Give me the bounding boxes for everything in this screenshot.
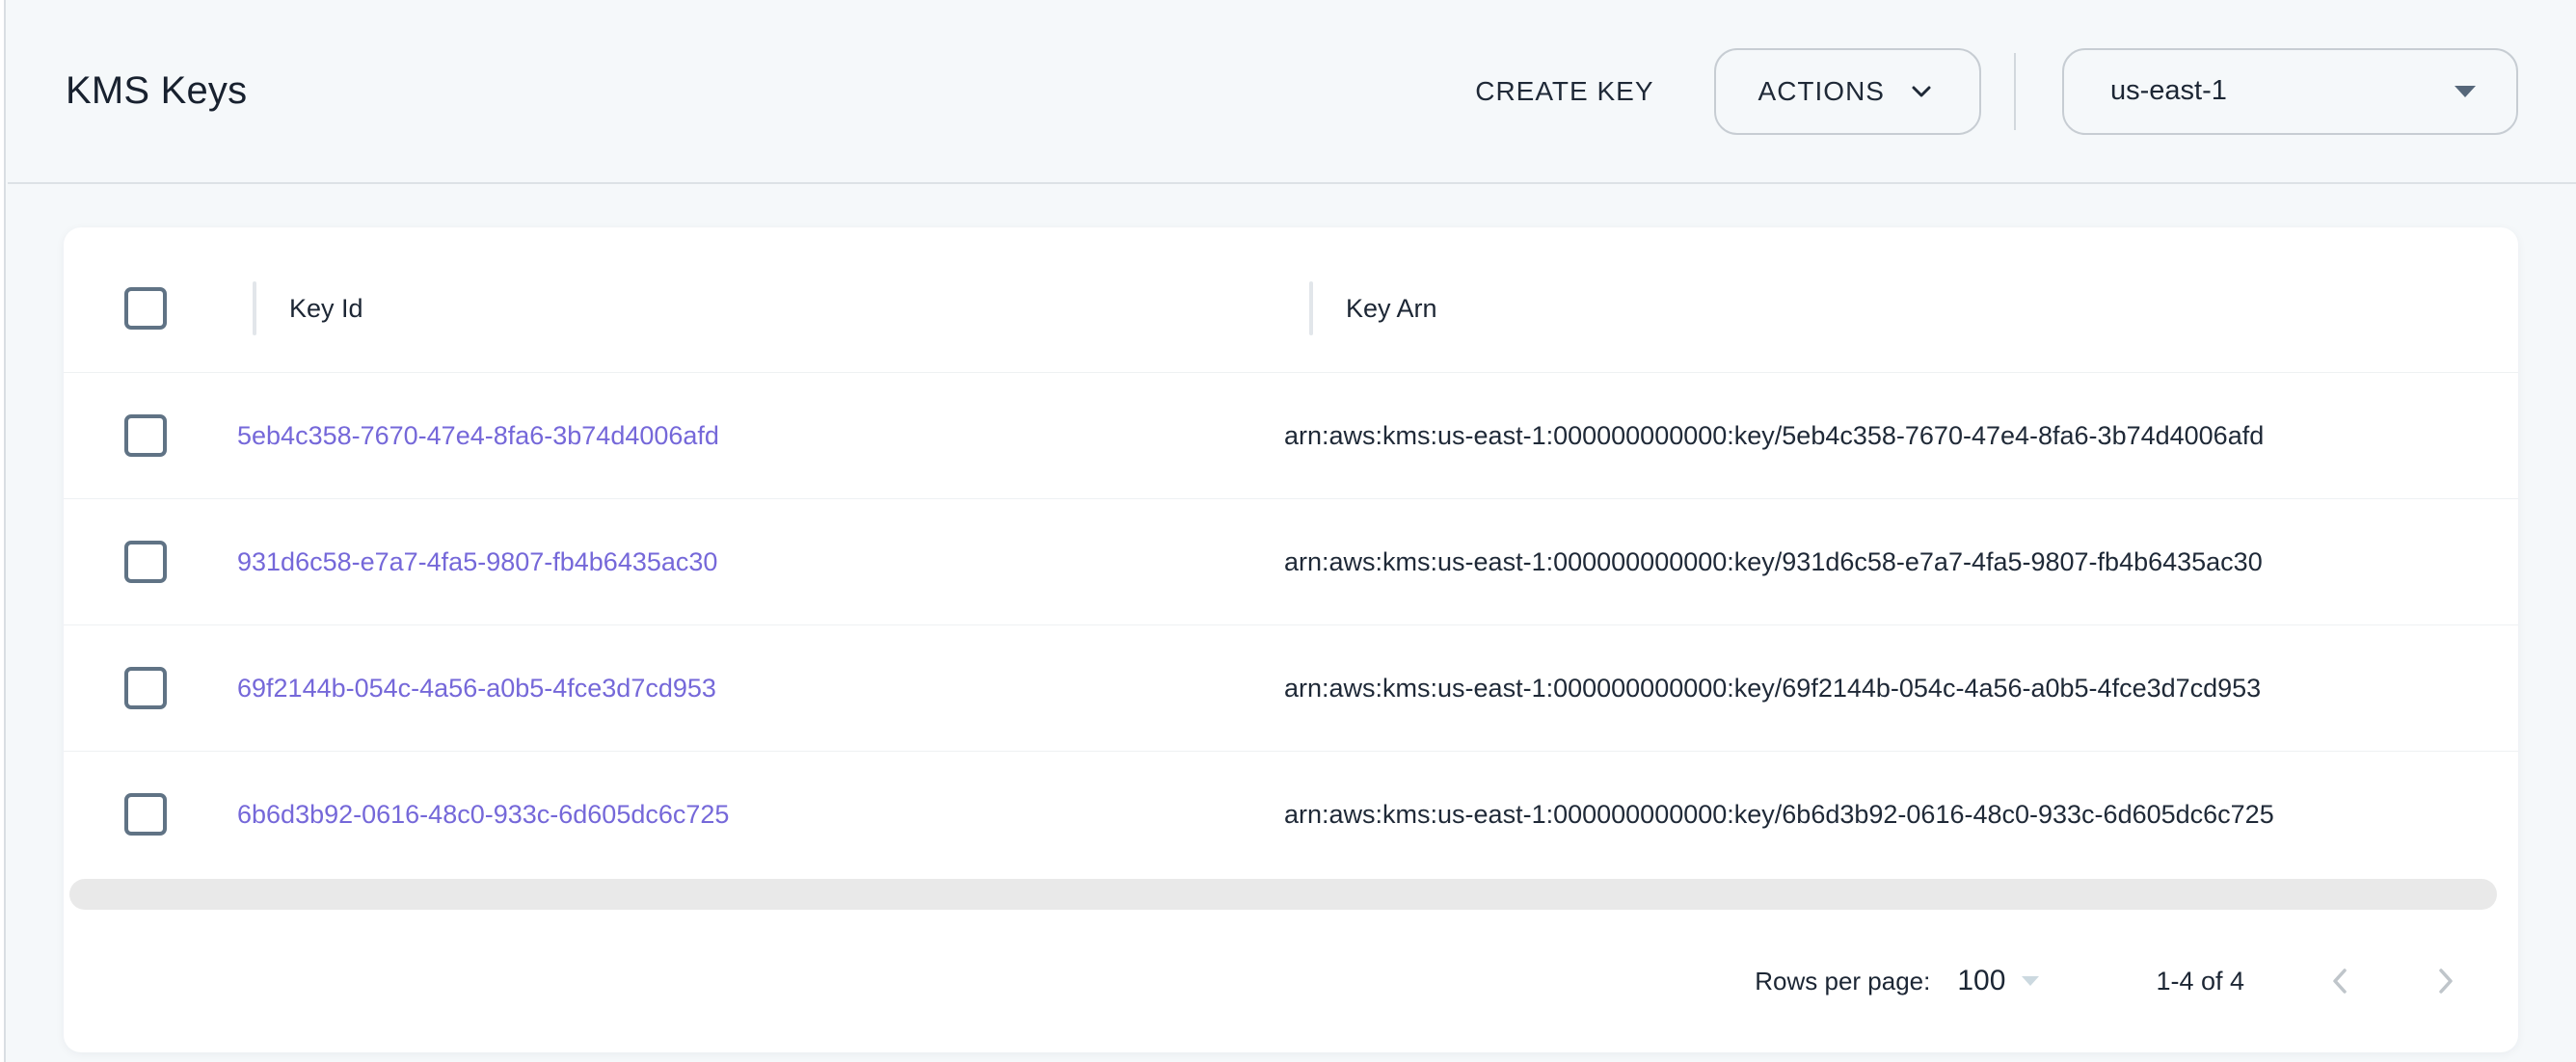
table-header-row: Key Id Key Arn bbox=[64, 227, 2518, 372]
region-select[interactable]: us-east-1 bbox=[2062, 48, 2518, 135]
actions-button-label: ACTIONS bbox=[1758, 76, 1885, 107]
content-left-border bbox=[0, 0, 6, 1062]
kms-keys-table-card: Key Id Key Arn 5eb4c358-7670-47e4-8fa6-3… bbox=[64, 227, 2518, 1052]
row-checkbox[interactable] bbox=[124, 793, 167, 836]
dropdown-arrow-icon bbox=[2453, 84, 2478, 99]
pagination-range-label: 1-4 of 4 bbox=[2156, 967, 2244, 996]
column-header-key-id-label: Key Id bbox=[289, 294, 363, 324]
table-row: 5eb4c358-7670-47e4-8fa6-3b74d4006afd arn… bbox=[64, 372, 2518, 498]
select-all-checkbox[interactable] bbox=[124, 287, 167, 330]
page-header: KMS Keys CREATE KEY ACTIONS us-east-1 bbox=[8, 0, 2576, 184]
create-key-button-label: CREATE KEY bbox=[1475, 76, 1653, 107]
page-title: KMS Keys bbox=[66, 69, 247, 113]
table-row: 6b6d3b92-0616-48c0-933c-6d605dc6c725 arn… bbox=[64, 751, 2518, 877]
key-arn-text: arn:aws:kms:us-east-1:000000000000:key/5… bbox=[1284, 421, 2518, 451]
dropdown-arrow-icon bbox=[2021, 975, 2040, 987]
rows-per-page-select[interactable]: 100 bbox=[1957, 965, 2040, 997]
chevron-right-icon bbox=[2426, 962, 2464, 1000]
chevron-left-icon bbox=[2321, 962, 2360, 1000]
row-checkbox[interactable] bbox=[124, 541, 167, 583]
create-key-button[interactable]: CREATE KEY bbox=[1448, 49, 1680, 134]
region-select-value: us-east-1 bbox=[2110, 75, 2453, 107]
key-arn-text: arn:aws:kms:us-east-1:000000000000:key/6… bbox=[1284, 674, 2518, 704]
next-page-button[interactable] bbox=[2410, 946, 2480, 1016]
key-arn-text: arn:aws:kms:us-east-1:000000000000:key/6… bbox=[1284, 800, 2518, 830]
key-arn-text: arn:aws:kms:us-east-1:000000000000:key/9… bbox=[1284, 547, 2518, 577]
row-checkbox[interactable] bbox=[124, 414, 167, 457]
rows-per-page-value: 100 bbox=[1957, 965, 2005, 997]
row-checkbox[interactable] bbox=[124, 667, 167, 709]
key-id-link[interactable]: 69f2144b-054c-4a56-a0b5-4fce3d7cd953 bbox=[237, 674, 716, 703]
column-separator bbox=[1309, 281, 1313, 335]
key-id-link[interactable]: 6b6d3b92-0616-48c0-933c-6d605dc6c725 bbox=[237, 800, 729, 829]
chevron-down-icon bbox=[1906, 76, 1937, 107]
horizontal-scrollbar[interactable] bbox=[69, 879, 2497, 910]
column-header-key-id[interactable]: Key Id bbox=[228, 279, 1284, 337]
key-id-link[interactable]: 5eb4c358-7670-47e4-8fa6-3b74d4006afd bbox=[237, 421, 719, 450]
pagination-bar: Rows per page: 100 1-4 of 4 bbox=[64, 910, 2518, 1052]
column-header-key-arn[interactable]: Key Arn bbox=[1284, 279, 2518, 337]
actions-button[interactable]: ACTIONS bbox=[1714, 48, 1981, 135]
column-separator bbox=[253, 281, 256, 335]
column-header-key-arn-label: Key Arn bbox=[1346, 294, 1437, 324]
header-divider bbox=[2014, 53, 2016, 130]
table-row: 69f2144b-054c-4a56-a0b5-4fce3d7cd953 arn… bbox=[64, 624, 2518, 751]
table-row: 931d6c58-e7a7-4fa5-9807-fb4b6435ac30 arn… bbox=[64, 498, 2518, 624]
rows-per-page-label: Rows per page: bbox=[1755, 967, 1930, 996]
key-id-link[interactable]: 931d6c58-e7a7-4fa5-9807-fb4b6435ac30 bbox=[237, 547, 717, 576]
header-actions: CREATE KEY ACTIONS us-east-1 bbox=[1448, 48, 2518, 135]
previous-page-button[interactable] bbox=[2306, 946, 2375, 1016]
